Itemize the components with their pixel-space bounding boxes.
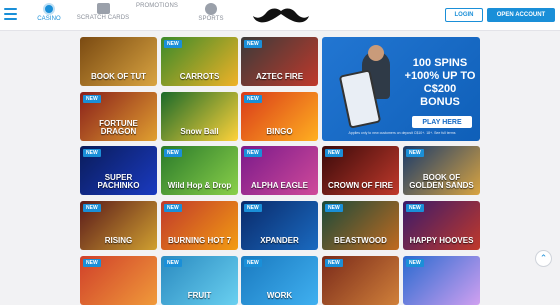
game-tile[interactable]: NEW AZTEC FIRE (241, 37, 318, 86)
game-title: WORK (266, 291, 293, 300)
nav-casino[interactable]: CASINO (24, 3, 74, 22)
nav-scratch-cards-label: SCRATCH CARDS (76, 15, 130, 21)
promo-man-head (368, 45, 384, 61)
game-title: ALPHA EAGLE (250, 181, 309, 190)
promo-terms-text[interactable]: Applies only to new customers on deposit… (326, 131, 478, 135)
hamburger-menu-icon[interactable] (4, 8, 17, 20)
nav-scratch-cards[interactable]: SCRATCH CARDS (76, 3, 130, 22)
game-title: Wild Hop & Drop (167, 181, 232, 190)
new-badge: NEW (406, 204, 424, 212)
game-tile[interactable]: NEW FRUIT (161, 256, 238, 305)
game-title: SUPER PACHINKO (97, 173, 140, 190)
open-account-button[interactable]: OPEN ACCOUNT (487, 8, 555, 22)
game-tile[interactable]: NEW BINGO (241, 92, 318, 141)
main-nav: CASINO SCRATCH CARDS PROMOTIONS SPORTS (24, 3, 358, 51)
chevron-up-icon: ⌃ (539, 253, 548, 263)
game-tile[interactable]: NEW ALPHA EAGLE (241, 146, 318, 195)
new-badge: NEW (164, 204, 182, 212)
nav-promotions[interactable]: PROMOTIONS (132, 3, 358, 51)
promo-bonus-text: BONUS (420, 96, 460, 108)
nav-casino-label: CASINO (37, 16, 61, 22)
game-title: RISING (104, 236, 133, 245)
login-button[interactable]: LOGIN (445, 8, 483, 22)
new-badge: NEW (83, 204, 101, 212)
new-badge: NEW (83, 259, 101, 267)
play-here-button[interactable]: PLAY HERE (412, 116, 472, 128)
game-title: XPANDER (260, 236, 299, 245)
new-badge: NEW (244, 149, 262, 157)
game-title: CROWN OF FIRE (328, 181, 393, 190)
game-tile[interactable]: NEW CARROTS (161, 37, 238, 86)
mustache-logo[interactable] (252, 5, 310, 25)
game-tile[interactable]: NEW BOOK OF GOLDEN SANDS (403, 146, 480, 195)
game-tile[interactable]: NEW (403, 256, 480, 305)
new-badge: NEW (244, 95, 262, 103)
new-badge: NEW (244, 40, 262, 48)
game-title: FRUIT (187, 291, 212, 300)
new-badge: NEW (164, 149, 182, 157)
new-badge: NEW (244, 204, 262, 212)
welcome-bonus-banner[interactable]: 100 SPINS +100% UP TO C$200 BONUS PLAY H… (322, 37, 480, 141)
new-badge: NEW (83, 95, 101, 103)
nav-sports-label: SPORTS (198, 16, 224, 22)
scratch-cards-icon (96, 3, 110, 14)
top-bar: CASINO SCRATCH CARDS PROMOTIONS SPORTS L… (0, 0, 560, 51)
game-tile[interactable]: NEW SUPER PACHINKO (80, 146, 157, 195)
new-badge: NEW (244, 259, 262, 267)
new-badge: NEW (325, 204, 343, 212)
soccer-ball-icon (205, 3, 217, 15)
nav-sports[interactable]: SPORTS (186, 3, 236, 22)
promo-amount-text: C$200 (423, 83, 457, 95)
game-title: BOOK OF GOLDEN SANDS (409, 173, 474, 190)
new-badge: NEW (406, 149, 424, 157)
game-tile[interactable]: NEW BEASTWOOD (322, 201, 399, 250)
game-tile[interactable]: NEW FORTUNE DRAGON (80, 92, 157, 141)
game-title: AZTEC FIRE (255, 72, 304, 81)
game-tile[interactable]: NEW (80, 256, 157, 305)
game-title: Snow Ball (180, 127, 219, 136)
game-tile[interactable]: NEW CROWN OF FIRE (322, 146, 399, 195)
game-tile[interactable]: NEW HAPPY HOOVES (403, 201, 480, 250)
game-tile[interactable]: NEW (322, 256, 399, 305)
game-tile[interactable]: NEW BURNING HOT 7 (161, 201, 238, 250)
new-badge: NEW (164, 40, 182, 48)
game-tile[interactable]: NEW RISING (80, 201, 157, 250)
game-tile[interactable]: Snow Ball (161, 92, 238, 141)
new-badge: NEW (83, 149, 101, 157)
nav-promotions-label: PROMOTIONS (135, 3, 178, 9)
game-title: BOOK OF TUT (90, 72, 147, 81)
casino-icon (43, 3, 55, 15)
game-title: BURNING HOT 7 (167, 236, 232, 245)
promo-percent-text: +100% UP TO (404, 70, 476, 82)
new-badge: NEW (406, 259, 424, 267)
game-tile[interactable]: NEW WORK (241, 256, 318, 305)
game-title: BINGO (266, 127, 293, 136)
game-title: FORTUNE DRAGON (99, 119, 138, 136)
game-title: CARROTS (179, 72, 220, 81)
game-tile[interactable]: NEW Wild Hop & Drop (161, 146, 238, 195)
new-badge: NEW (325, 259, 343, 267)
scroll-to-top-button[interactable]: ⌃ (535, 250, 552, 267)
promo-spins-text: 100 SPINS (412, 57, 468, 69)
game-tile[interactable]: BOOK OF TUT (80, 37, 157, 86)
game-tile[interactable]: NEW XPANDER (241, 201, 318, 250)
game-title: HAPPY HOOVES (409, 236, 474, 245)
new-badge: NEW (325, 149, 343, 157)
game-title: BEASTWOOD (334, 236, 387, 245)
new-badge: NEW (164, 259, 182, 267)
